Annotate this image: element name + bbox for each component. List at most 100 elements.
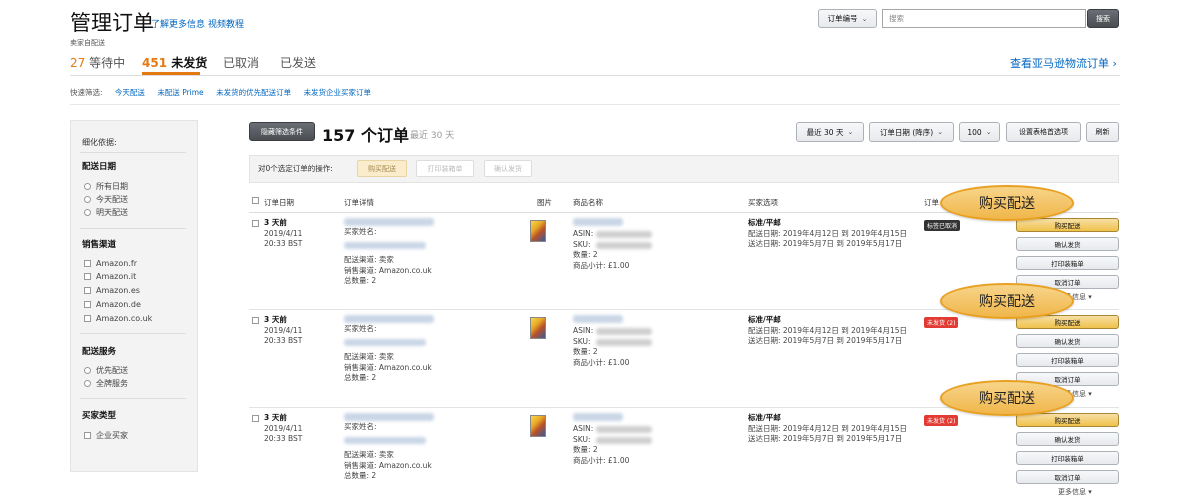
confirm-shipment-button[interactable]: 确认发货 — [1016, 237, 1119, 251]
ship-date-tomorrow[interactable]: 明天配送 — [84, 207, 128, 218]
product-thumbnail[interactable] — [530, 220, 546, 242]
confirm-shipment-button[interactable]: 确认发货 — [1016, 334, 1119, 348]
per-page-select[interactable]: 100 ⌄ — [959, 122, 1000, 142]
ship-service-heading: 配送服务 — [82, 347, 117, 357]
col-product-name: 商品名称 — [573, 198, 603, 207]
tab-pending-count: 27 — [70, 56, 86, 70]
select-all-checkbox[interactable] — [252, 197, 259, 204]
buyer-name-label-text: 买家姓名: — [344, 324, 377, 333]
order-date-value: 2019/4/11 — [264, 228, 303, 238]
channel-label: Amazon.it — [96, 272, 137, 281]
order-date: 3 天前 2019/4/11 20:33 BST — [264, 413, 302, 445]
product-thumbnail[interactable] — [530, 317, 546, 339]
tab-unshipped[interactable]: 451 未发货 — [142, 54, 207, 71]
buy-shipping-button[interactable]: 购买配送 — [1016, 413, 1119, 427]
channel-label: Amazon.co.uk — [96, 314, 153, 323]
buy-shipping-callout: 购买配送 — [940, 380, 1074, 416]
item-subtotal: 商品小计: £1.00 — [573, 260, 630, 270]
print-packing-slip-button[interactable]: 打印装箱单 — [1016, 256, 1119, 270]
col-order-details: 订单详情 — [344, 198, 374, 207]
table-preferences-button[interactable]: 设置表格首选项 — [1006, 122, 1081, 142]
quick-filter-today[interactable]: 今天配送 — [115, 88, 145, 97]
video-tutorial-link[interactable]: 视频教程 — [208, 17, 244, 30]
product-thumbnail[interactable] — [530, 415, 546, 437]
order-time: 20:33 BST — [264, 336, 303, 345]
ship-date-all[interactable]: 所有日期 — [84, 181, 128, 192]
callout-label: 购买配送 — [979, 294, 1035, 310]
deliver-by-date: 送达日期: 2019年5月7日 到 2019年5月17日 — [748, 434, 903, 443]
buyer-options: 标准/平邮 配送日期: 2019年4月12日 到 2019年4月15日 送达日期… — [748, 413, 907, 445]
channel-label: Amazon.fr — [96, 259, 137, 268]
channel-amazon-fr[interactable]: Amazon.fr — [84, 259, 137, 268]
order-id-link[interactable] — [344, 413, 434, 421]
search-button[interactable]: 搜索 — [1087, 9, 1119, 28]
tab-pending[interactable]: 27 等待中 — [70, 54, 125, 71]
date-range-select[interactable]: 最近 30 天 ⌄ — [796, 122, 864, 142]
order-status-badge: 未发货 (2) — [924, 415, 959, 426]
buyer-name-label: 买家姓名: — [344, 324, 377, 335]
total-quantity: 总数量: 2 — [344, 373, 377, 382]
tab-cancelled[interactable]: 已取消 — [223, 54, 259, 71]
service-label: 优先配送 — [96, 366, 128, 375]
buyer-name-label-text: 买家姓名: — [344, 422, 377, 431]
channel-amazon-it[interactable]: Amazon.it — [84, 272, 136, 281]
order-date-value: 2019/4/11 — [264, 423, 303, 433]
order-details: 配送渠道: 卖家 销售渠道: Amazon.co.uk 总数量: 2 — [344, 450, 432, 482]
channel-label: Amazon.de — [96, 300, 141, 309]
buyer-business[interactable]: 企业买家 — [84, 430, 128, 441]
cancel-order-button[interactable]: 取消订单 — [1016, 470, 1119, 484]
bulk-print-slip-button[interactable]: 打印装箱单 — [416, 160, 474, 177]
total-quantity: 总数量: 2 — [344, 471, 377, 480]
refresh-button[interactable]: 刷新 — [1086, 122, 1119, 142]
buy-shipping-button[interactable]: 购买配送 — [1016, 218, 1119, 232]
product-name-link[interactable] — [573, 413, 623, 421]
tab-shipped[interactable]: 已发送 — [280, 54, 316, 71]
hide-filters-button[interactable]: 隐藏筛选条件 — [249, 122, 315, 141]
quick-filter-priority[interactable]: 未发货的优先配送订单 — [216, 88, 291, 97]
fba-orders-link[interactable]: 查看亚马逊物流订单 › — [1010, 55, 1117, 71]
service-priority[interactable]: 优先配送 — [84, 365, 128, 376]
order-age: 3 天前 — [264, 315, 287, 324]
quick-filter-business[interactable]: 未发货企业买家订单 — [303, 88, 371, 97]
bulk-buy-shipping-button[interactable]: 购买配送 — [357, 160, 407, 177]
search-input[interactable]: 搜索 — [882, 9, 1086, 28]
buyer-name-link[interactable] — [344, 339, 426, 346]
sku-label: SKU: — [573, 336, 591, 346]
row-checkbox[interactable] — [252, 220, 259, 227]
product-name-link[interactable] — [573, 218, 623, 226]
order-time: 20:33 BST — [264, 434, 303, 443]
buy-shipping-callout: 购买配送 — [940, 185, 1074, 221]
bulk-confirm-ship-button[interactable]: 确认发货 — [484, 160, 532, 177]
print-packing-slip-button[interactable]: 打印装箱单 — [1016, 451, 1119, 465]
buyer-name-label: 买家姓名: — [344, 227, 377, 238]
item-subtotal: 商品小计: £1.00 — [573, 455, 630, 465]
item-subtotal: 商品小计: £1.00 — [573, 357, 630, 367]
learn-more-link[interactable]: 了解更多信息 — [151, 17, 205, 30]
channel-amazon-co-uk[interactable]: Amazon.co.uk — [84, 314, 152, 323]
search-type-select[interactable]: 订单编号 ⌄ — [818, 9, 877, 28]
print-packing-slip-button[interactable]: 打印装箱单 — [1016, 353, 1119, 367]
item-quantity: 数量: 2 — [573, 445, 598, 454]
sort-value: 订单日期 (降序) — [879, 127, 934, 137]
sort-select[interactable]: 订单日期 (降序) ⌄ — [869, 122, 954, 142]
col-order-date[interactable]: 订单日期 — [264, 197, 294, 208]
radio-icon — [84, 367, 91, 374]
ship-date-today[interactable]: 今天配送 — [84, 194, 128, 205]
service-premium[interactable]: 全牌服务 — [84, 378, 128, 389]
more-info-link[interactable]: 更多信息 ▾ — [1058, 487, 1092, 498]
order-date: 3 天前 2019/4/11 20:33 BST — [264, 315, 302, 347]
order-id-link[interactable] — [344, 315, 434, 323]
row-checkbox[interactable] — [252, 415, 259, 422]
buyer-name-link[interactable] — [344, 437, 426, 444]
order-id-link[interactable] — [344, 218, 434, 226]
chevron-down-icon: ⌄ — [861, 14, 868, 23]
buyer-name-link[interactable] — [344, 242, 426, 249]
row-checkbox[interactable] — [252, 317, 259, 324]
quick-filter-prime[interactable]: 未配送 Prime — [157, 88, 203, 97]
channel-amazon-es[interactable]: Amazon.es — [84, 286, 140, 295]
channel-amazon-de[interactable]: Amazon.de — [84, 300, 141, 309]
product-name-link[interactable] — [573, 315, 623, 323]
bulk-action-label: 对0个选定订单的操作: — [258, 164, 333, 173]
fulfillment-channel: 配送渠道: 卖家 — [344, 255, 394, 264]
confirm-shipment-button[interactable]: 确认发货 — [1016, 432, 1119, 446]
